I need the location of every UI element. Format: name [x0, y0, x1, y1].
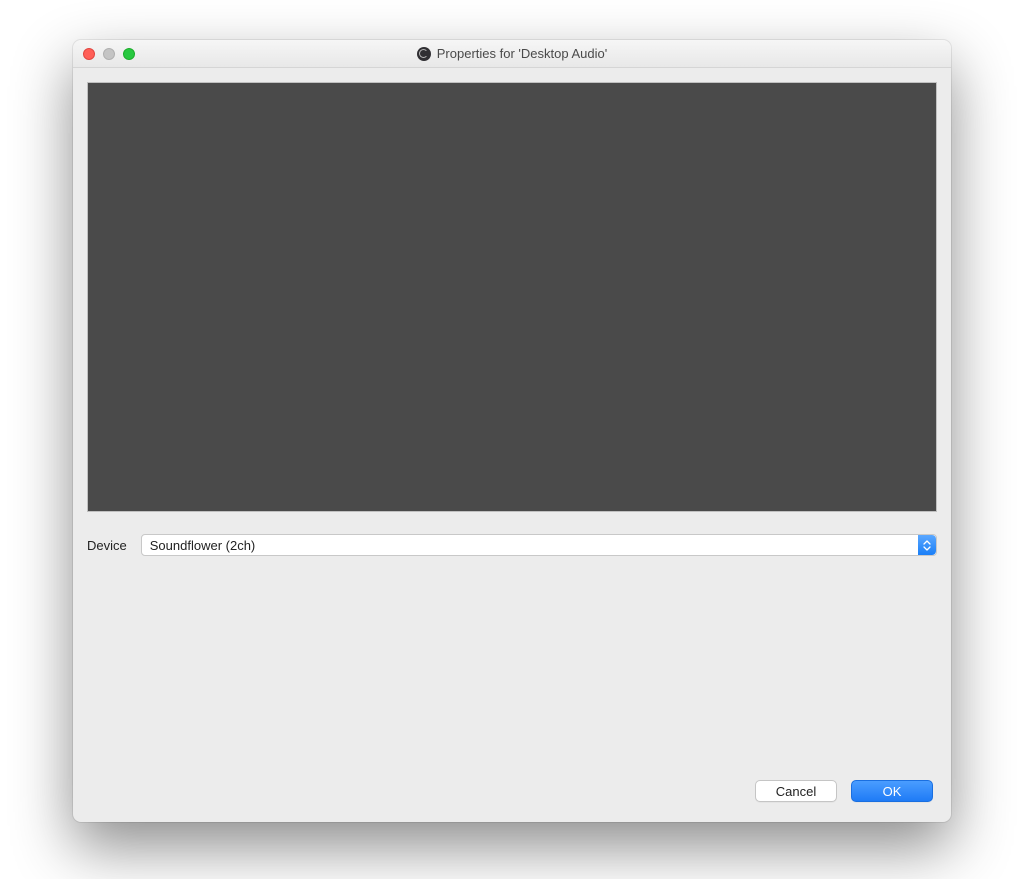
device-label: Device — [87, 538, 127, 553]
properties-window: Properties for 'Desktop Audio' Device So… — [73, 40, 951, 822]
window-title-area: Properties for 'Desktop Audio' — [73, 46, 951, 61]
dialog-buttons: Cancel OK — [87, 776, 937, 808]
cancel-button[interactable]: Cancel — [755, 780, 837, 802]
content-area: Device Soundflower (2ch) Cancel OK — [73, 68, 951, 822]
close-window-button[interactable] — [83, 48, 95, 60]
minimize-window-button[interactable] — [103, 48, 115, 60]
device-row: Device Soundflower (2ch) — [87, 534, 937, 556]
device-select-value: Soundflower (2ch) — [150, 538, 256, 553]
ok-button-label: OK — [883, 784, 902, 799]
zoom-window-button[interactable] — [123, 48, 135, 60]
device-select[interactable]: Soundflower (2ch) — [141, 534, 937, 556]
cancel-button-label: Cancel — [776, 784, 816, 799]
source-preview — [87, 82, 937, 512]
ok-button[interactable]: OK — [851, 780, 933, 802]
spacer — [87, 556, 937, 776]
obs-icon — [417, 47, 431, 61]
titlebar: Properties for 'Desktop Audio' — [73, 40, 951, 68]
window-title: Properties for 'Desktop Audio' — [437, 46, 607, 61]
window-controls — [83, 48, 135, 60]
chevron-up-down-icon — [918, 535, 936, 555]
